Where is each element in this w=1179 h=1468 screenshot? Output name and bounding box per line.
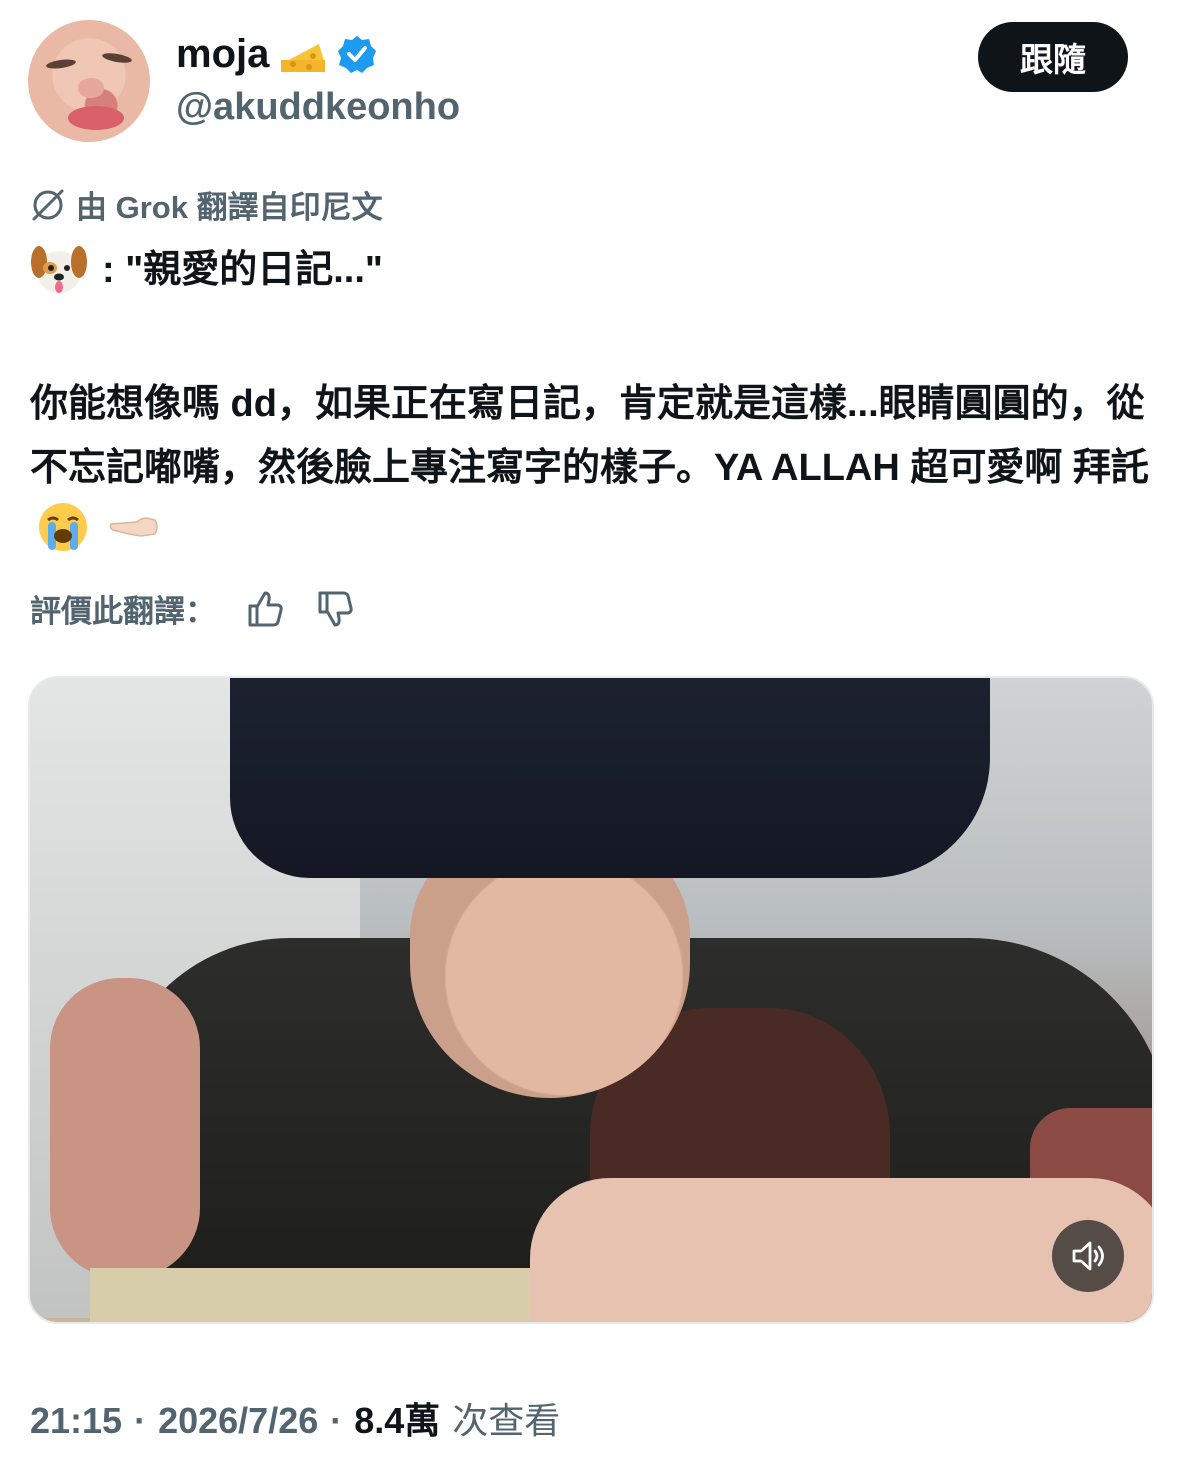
video-beanie [230,678,990,878]
avatar-eye-left [45,57,77,71]
tweet-body: 你能想像嗎 dd，如果正在寫日記，肯定就是這樣...眼睛圓圓的，從不忘記嘟嘴，然… [30,372,1155,564]
avatar-nose [78,78,104,98]
tweet-date[interactable]: 2026/7/26 [158,1398,318,1444]
grok-icon [32,189,64,220]
author-handle[interactable]: @akuddkeonho [176,84,460,130]
mute-button[interactable] [1052,1220,1124,1292]
avatar-eye-right [101,51,133,65]
translation-label: 由 Grok 翻譯自印尼文 [76,190,383,225]
meta-separator: · [134,1400,147,1441]
avatar[interactable] [28,20,150,142]
tweet-meta: 21:15 · 2026/7/26 · 8.4萬 次查看 [30,1398,560,1444]
views-label: 次查看 [452,1400,561,1441]
pointing-left-hand-icon [109,517,158,537]
author-display-name[interactable]: moja [176,30,269,78]
translation-notice[interactable]: 由 Grok 翻譯自印尼文 [30,182,383,227]
author-name-row: moja [176,30,377,78]
dog-face-icon [31,246,87,293]
rate-translation-label: 評價此翻譯： [30,594,216,629]
tweet-video[interactable] [28,676,1154,1324]
video-hand-left [50,978,200,1278]
cheese-icon [281,44,326,72]
loudly-crying-face-icon [39,503,87,551]
meta-separator: · [330,1400,343,1441]
speaker-icon [1072,1241,1104,1271]
views-count[interactable]: 8.4萬 [354,1398,440,1444]
verified-badge-icon [338,36,377,73]
thumbs-down-icon[interactable] [314,588,356,630]
tweet-first-line-text: : "親愛的日記..." [102,249,383,291]
follow-button[interactable]: 跟隨 [978,22,1128,92]
rate-translation: 評價此翻譯： [30,586,356,631]
tweet-body-text: 你能想像嗎 dd，如果正在寫日記，肯定就是這樣...眼睛圓圓的，從不忘記嘟嘴，然… [30,383,1149,489]
thumbs-up-icon[interactable] [244,588,286,630]
tweet-time[interactable]: 21:15 [30,1398,122,1444]
avatar-lips [68,106,124,130]
tweet-first-line: : "親愛的日記..." [30,242,383,298]
